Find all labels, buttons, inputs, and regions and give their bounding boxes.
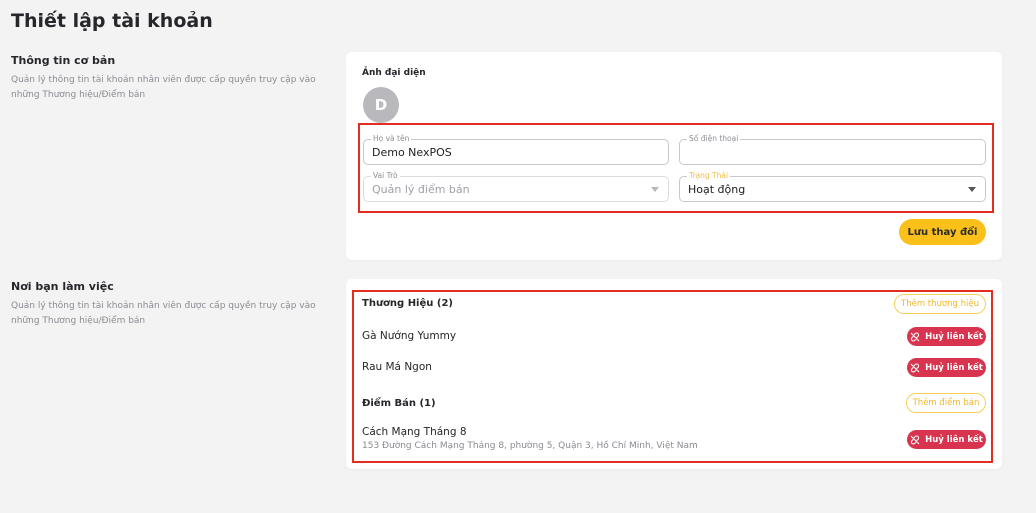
add-brand-button[interactable]: Thêm thương hiệu bbox=[894, 294, 986, 314]
unlink-brand-button[interactable]: Huỷ liên kết bbox=[907, 358, 986, 377]
basic-info-description: Quản lý thông tin tài khoản nhân viên đư… bbox=[11, 75, 316, 100]
workplace-card: Thương Hiệu (2) Thêm thương hiệu Gà Nướn… bbox=[346, 279, 1002, 469]
brand-item-name: Gà Nướng Yummy bbox=[362, 330, 457, 342]
page-title: Thiết lập tài khoản bbox=[11, 10, 213, 32]
brand-item-name: Rau Má Ngon bbox=[362, 361, 432, 373]
unlink-icon bbox=[910, 363, 920, 372]
phone-field[interactable]: Số điện thoại bbox=[679, 134, 986, 165]
unlink-icon bbox=[910, 435, 920, 444]
role-select[interactable]: Vai Trò Quản lý điểm bán bbox=[363, 171, 669, 202]
store-item-address: 153 Đường Cách Mạng Tháng 8, phường 5, Q… bbox=[362, 441, 698, 451]
status-select-label: Trạng Thái bbox=[687, 171, 731, 181]
workplace-header: Nơi bạn làm việc Quản lý thông tin tài k… bbox=[11, 280, 331, 329]
unlink-label: Huỷ liên kết bbox=[925, 434, 983, 445]
basic-info-header: Thông tin cơ bản Quản lý thông tin tài k… bbox=[11, 54, 331, 103]
unlink-brand-button[interactable]: Huỷ liên kết bbox=[907, 327, 986, 346]
status-select-value: Hoạt động bbox=[688, 183, 746, 196]
add-store-button[interactable]: Thêm điểm bán bbox=[906, 393, 986, 413]
chevron-down-icon bbox=[968, 187, 976, 192]
avatar[interactable]: D bbox=[363, 87, 399, 123]
role-select-value: Quản lý điểm bán bbox=[372, 183, 470, 196]
basic-info-card: Ảnh đại diện D Họ và tên Demo NexPOS Số … bbox=[346, 52, 1002, 260]
unlink-store-button[interactable]: Huỷ liên kết bbox=[907, 430, 986, 449]
name-field-value: Demo NexPOS bbox=[372, 146, 452, 159]
role-select-label: Vai Trò bbox=[371, 171, 400, 181]
save-button[interactable]: Lưu thay đổi bbox=[899, 219, 986, 245]
workplace-heading: Nơi bạn làm việc bbox=[11, 280, 114, 293]
unlink-label: Huỷ liên kết bbox=[925, 331, 983, 342]
basic-info-heading: Thông tin cơ bản bbox=[11, 54, 116, 67]
status-select[interactable]: Trạng Thái Hoạt động bbox=[679, 171, 986, 202]
unlink-label: Huỷ liên kết bbox=[925, 362, 983, 373]
brands-title: Thương Hiệu (2) bbox=[362, 298, 453, 309]
name-field[interactable]: Họ và tên Demo NexPOS bbox=[363, 134, 669, 165]
store-item-name: Cách Mạng Tháng 8 bbox=[362, 426, 467, 438]
phone-field-label: Số điện thoại bbox=[687, 134, 741, 144]
workplace-description: Quản lý thông tin tài khoản nhân viên đư… bbox=[11, 301, 316, 326]
stores-title: Điểm Bán (1) bbox=[362, 398, 436, 409]
chevron-down-icon bbox=[651, 187, 659, 192]
name-field-label: Họ và tên bbox=[371, 134, 412, 144]
unlink-icon bbox=[910, 332, 920, 341]
avatar-label: Ảnh đại diện bbox=[362, 68, 426, 78]
